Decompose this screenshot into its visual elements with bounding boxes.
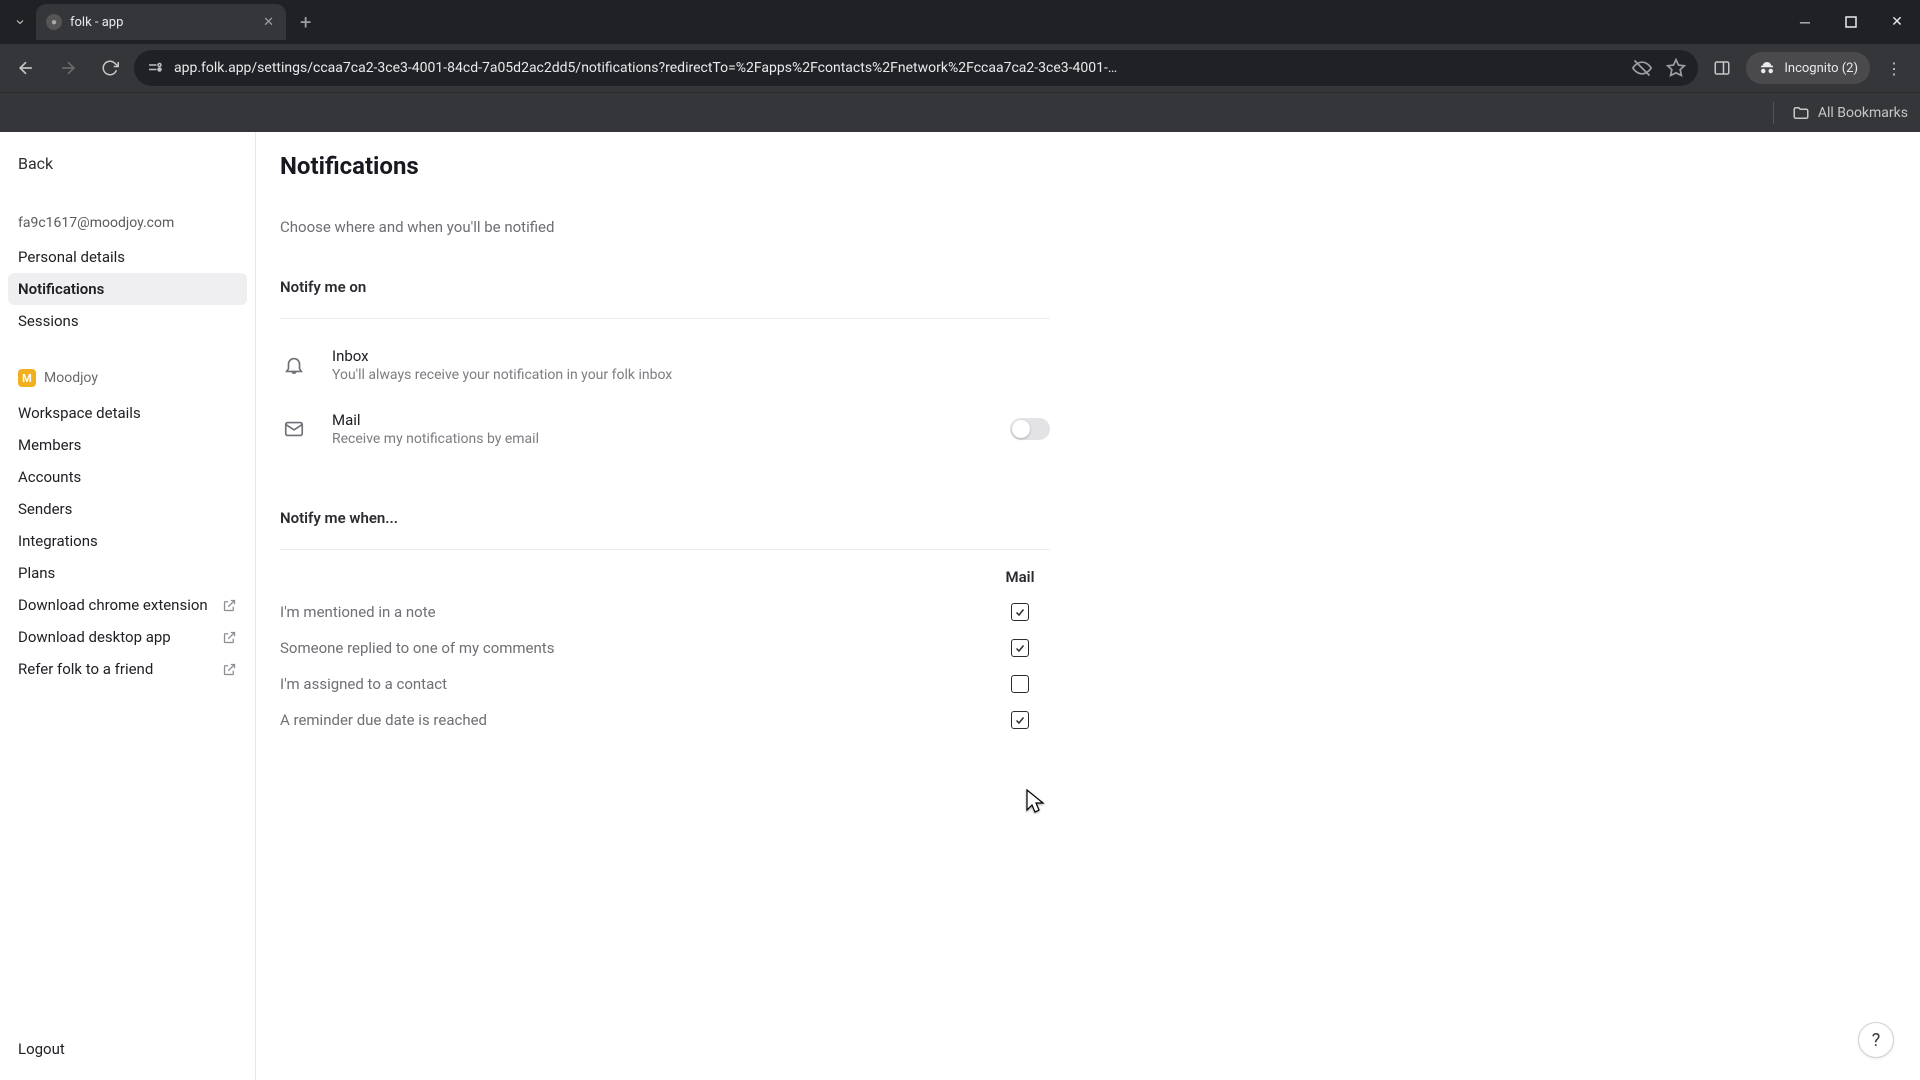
- notify-on-heading: Notify me on: [280, 278, 1050, 296]
- external-link-icon: [222, 630, 237, 645]
- all-bookmarks-button[interactable]: All Bookmarks: [1792, 104, 1908, 122]
- rules-col-mail: Mail: [990, 568, 1050, 586]
- tab-title: folk - app: [70, 15, 253, 30]
- window-minimize[interactable]: ─: [1782, 0, 1828, 44]
- sidebar-item-notifications[interactable]: Notifications: [8, 273, 247, 305]
- window-close[interactable]: ✕: [1874, 0, 1920, 44]
- divider: [280, 549, 1050, 550]
- sidebar-item-label: Accounts: [18, 468, 81, 486]
- rule-label: I'm assigned to a contact: [280, 675, 990, 693]
- rule-reminder-mail-checkbox[interactable]: [1011, 711, 1029, 729]
- sidebar-item-label: Members: [18, 436, 81, 454]
- sidebar-item-label: Integrations: [18, 532, 98, 550]
- incognito-label: Incognito (2): [1784, 61, 1858, 76]
- sidebar-item-workspace-details[interactable]: Workspace details: [8, 397, 247, 429]
- window-maximize[interactable]: [1828, 0, 1874, 44]
- mail-toggle[interactable]: [1010, 418, 1050, 440]
- mail-icon: [280, 418, 308, 440]
- rule-row-replied: Someone replied to one of my comments: [280, 630, 1050, 666]
- channel-inbox-title: Inbox: [332, 347, 1050, 365]
- workspace-name: Moodjoy: [44, 370, 98, 386]
- channel-mail-desc: Receive my notifications by email: [332, 431, 986, 447]
- sidebar-item-plans[interactable]: Plans: [8, 557, 247, 589]
- back-link[interactable]: Back: [8, 146, 247, 181]
- sidebar-item-label: Notifications: [18, 280, 104, 298]
- toggle-knob: [1012, 420, 1030, 438]
- sidebar-item-integrations[interactable]: Integrations: [8, 525, 247, 557]
- rule-row-mentioned: I'm mentioned in a note: [280, 594, 1050, 630]
- tab-strip: ● folk - app ✕ + ─ ✕: [0, 0, 1920, 44]
- account-email: fa9c1617@moodjoy.com: [8, 209, 247, 237]
- external-link-icon: [222, 662, 237, 677]
- rules-header-row: Mail: [280, 568, 1050, 586]
- incognito-indicator[interactable]: Incognito (2): [1746, 52, 1870, 84]
- channel-inbox-row: Inbox You'll always receive your notific…: [280, 337, 1050, 401]
- sidebar-item-label: Refer folk to a friend: [18, 660, 153, 678]
- page-subtitle: Choose where and when you'll be notified: [280, 218, 1920, 236]
- sidebar-item-label: Plans: [18, 564, 55, 582]
- nav-reload-button[interactable]: [92, 50, 128, 86]
- channel-inbox-desc: You'll always receive your notification …: [332, 367, 1050, 383]
- settings-main: Notifications Choose where and when you'…: [256, 132, 1920, 1080]
- sidebar-item-refer-folk[interactable]: Refer folk to a friend: [8, 653, 247, 685]
- notify-when-heading: Notify me when...: [280, 509, 1050, 527]
- channel-mail-row: Mail Receive my notifications by email: [280, 401, 1050, 465]
- url-text: app.folk.app/settings/ccaa7ca2-3ce3-4001…: [174, 60, 1622, 76]
- side-panel-button[interactable]: [1704, 50, 1740, 86]
- nav-back-button[interactable]: [8, 50, 44, 86]
- browser-menu-button[interactable]: ⋮: [1876, 50, 1912, 86]
- rule-label: Someone replied to one of my comments: [280, 639, 990, 657]
- external-link-icon: [222, 598, 237, 613]
- sidebar-item-senders[interactable]: Senders: [8, 493, 247, 525]
- browser-tab[interactable]: ● folk - app ✕: [36, 4, 286, 40]
- tab-close-icon[interactable]: ✕: [261, 13, 276, 32]
- site-info-icon[interactable]: [146, 59, 164, 77]
- sidebar-item-sessions[interactable]: Sessions: [8, 305, 247, 337]
- bookmark-star-icon[interactable]: [1666, 58, 1686, 78]
- window-controls: ─ ✕: [1782, 0, 1920, 44]
- tab-favicon: ●: [46, 14, 62, 30]
- sidebar-item-label: Senders: [18, 500, 72, 518]
- tabs-dropdown[interactable]: [6, 8, 34, 36]
- sidebar-item-accounts[interactable]: Accounts: [8, 461, 247, 493]
- sidebar-item-label: Personal details: [18, 248, 125, 266]
- browser-chrome: ● folk - app ✕ + ─ ✕: [0, 0, 1920, 132]
- sidebar-item-download-desktop-app[interactable]: Download desktop app: [8, 621, 247, 653]
- notify-on-section: Notify me on Inbox You'll always receive…: [280, 278, 1050, 465]
- browser-toolbar: app.folk.app/settings/ccaa7ca2-3ce3-4001…: [0, 44, 1920, 92]
- address-bar[interactable]: app.folk.app/settings/ccaa7ca2-3ce3-4001…: [134, 50, 1698, 86]
- rule-mentioned-mail-checkbox[interactable]: [1011, 603, 1029, 621]
- sidebar-item-members[interactable]: Members: [8, 429, 247, 461]
- notify-when-section: Notify me when... Mail I'm mentioned in …: [280, 509, 1050, 738]
- divider: [280, 318, 1050, 319]
- all-bookmarks-label: All Bookmarks: [1818, 105, 1908, 121]
- help-label: ?: [1872, 1030, 1881, 1051]
- divider: [1773, 102, 1774, 124]
- page-title: Notifications: [280, 152, 1920, 180]
- rule-row-assigned: I'm assigned to a contact: [280, 666, 1050, 702]
- nav-forward-button[interactable]: [50, 50, 86, 86]
- help-button[interactable]: ?: [1858, 1022, 1894, 1058]
- tracking-protection-icon[interactable]: [1632, 58, 1652, 78]
- new-tab-button[interactable]: +: [286, 10, 325, 34]
- app-viewport: Back fa9c1617@moodjoy.com Personal detai…: [0, 132, 1920, 1080]
- workspace-badge: M: [18, 369, 36, 387]
- workspace-header: M Moodjoy: [8, 363, 247, 393]
- sidebar-item-label: Download desktop app: [18, 628, 171, 646]
- sidebar-item-download-chrome-extension[interactable]: Download chrome extension: [8, 589, 247, 621]
- bookmarks-bar: All Bookmarks: [0, 92, 1920, 132]
- sidebar-item-label: Sessions: [18, 312, 79, 330]
- rule-assigned-mail-checkbox[interactable]: [1011, 675, 1029, 693]
- sidebar-item-label: Download chrome extension: [18, 596, 208, 614]
- sidebar-item-personal-details[interactable]: Personal details: [8, 241, 247, 273]
- rule-label: I'm mentioned in a note: [280, 603, 990, 621]
- bell-icon: [280, 354, 308, 376]
- rule-row-reminder: A reminder due date is reached: [280, 702, 1050, 738]
- logout-link[interactable]: Logout: [8, 1032, 247, 1066]
- rule-label: A reminder due date is reached: [280, 711, 990, 729]
- rule-replied-mail-checkbox[interactable]: [1011, 639, 1029, 657]
- settings-sidebar: Back fa9c1617@moodjoy.com Personal detai…: [0, 132, 256, 1080]
- channel-mail-title: Mail: [332, 411, 986, 429]
- sidebar-item-label: Workspace details: [18, 404, 141, 422]
